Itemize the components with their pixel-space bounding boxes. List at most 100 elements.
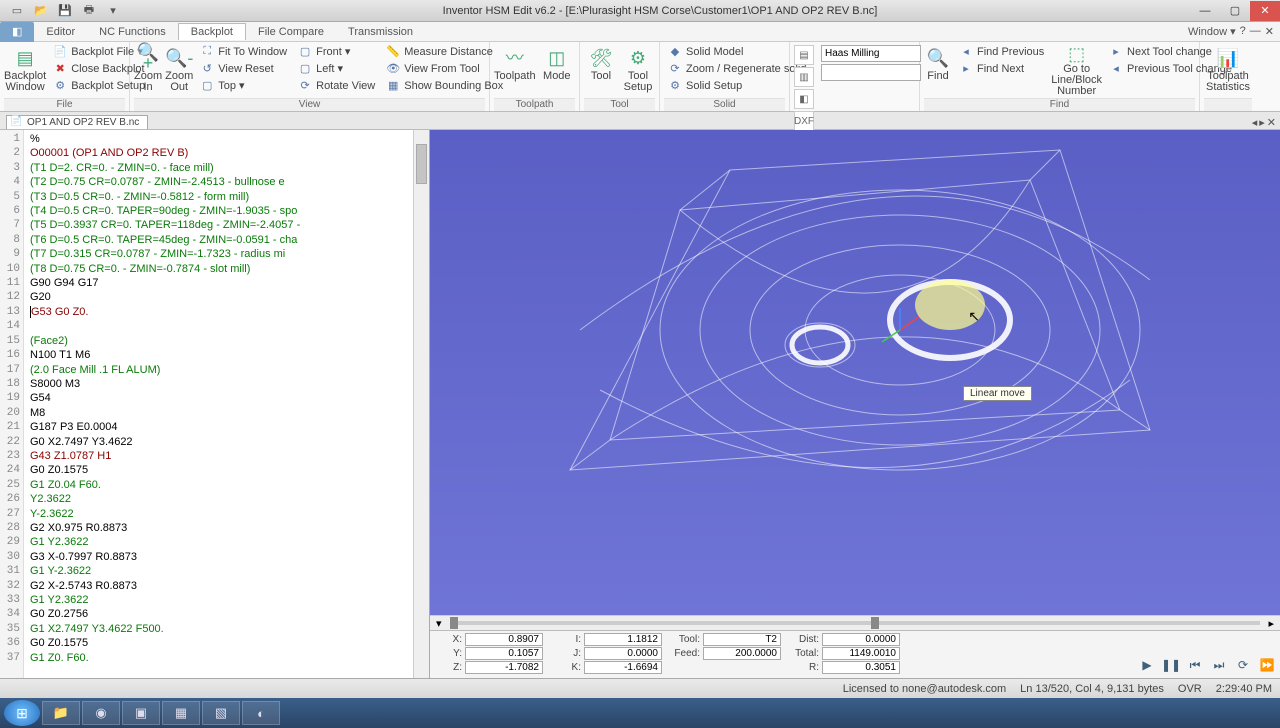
regen-solid-button[interactable]: ⟳Zoom / Regenerate solid (664, 60, 810, 77)
titlebar: ▭ 📂 💾 🖶 ▾ Inventor HSM Edit v6.2 - [E:\P… (0, 0, 1280, 22)
task-app2-icon[interactable]: ▦ (162, 701, 200, 725)
pause-icon[interactable]: ❚❚ (1162, 657, 1180, 673)
task-app1-icon[interactable]: ▣ (122, 701, 160, 725)
other-ic3[interactable]: ◧ (794, 89, 814, 109)
qat-more-icon[interactable]: ▾ (104, 3, 122, 19)
readout-z (465, 661, 543, 674)
task-app3-icon[interactable]: ▧ (202, 701, 240, 725)
readout-r (822, 661, 900, 674)
nc-code-editor[interactable]: 1 2 3 4 5 6 7 8 9 10 11 12 13 14 15 16 1… (0, 130, 430, 678)
group-toolpath: Toolpath (494, 98, 575, 111)
line-gutter: 1 2 3 4 5 6 7 8 9 10 11 12 13 14 15 16 1… (0, 130, 24, 678)
other-ic2[interactable]: ▥ (794, 67, 814, 87)
window-menu[interactable]: Window ▾ (1188, 25, 1236, 38)
step-fwd-icon[interactable]: ⏭ (1210, 657, 1228, 673)
other-ic1[interactable]: ▤ (794, 45, 814, 65)
code-scrollbar[interactable] (413, 130, 429, 678)
tab-prev-icon[interactable]: ◂ (1252, 116, 1258, 129)
measure-button[interactable]: 📏Measure Distance (382, 43, 507, 60)
status-position: Ln 13/520, Col 4, 9,131 bytes (1020, 683, 1164, 695)
status-ovr: OVR (1178, 683, 1202, 695)
file-tab[interactable]: OP1 AND OP2 REV B.nc (6, 115, 148, 129)
maximize-button[interactable]: ▢ (1220, 1, 1250, 21)
machine-select[interactable] (821, 45, 921, 62)
view-reset-button[interactable]: ↺View Reset (196, 60, 291, 77)
document-tabstrip: OP1 AND OP2 REV B.nc ◂ ▸ ✕ (0, 112, 1280, 130)
tab-nc-functions[interactable]: NC Functions (87, 24, 178, 40)
ribbon-close-icon[interactable]: ✕ (1265, 25, 1274, 38)
fit-window-button[interactable]: ⛶Fit To Window (196, 43, 291, 60)
toolpath-stats-button[interactable]: 📊Toolpath Statistics (1204, 43, 1252, 97)
backplot-canvas[interactable]: ↖ Linear move (430, 130, 1280, 615)
canvas-tooltip: Linear move (963, 386, 1032, 401)
task-chrome-icon[interactable]: ◉ (82, 701, 120, 725)
machine-select2[interactable] (821, 64, 921, 81)
start-button[interactable]: ⊞ (4, 700, 40, 726)
solid-setup-button[interactable]: ⚙Solid Setup (664, 77, 810, 94)
bounding-box-button[interactable]: ▦Show Bounding Box (382, 77, 507, 94)
code-text[interactable]: % O00001 (OP1 AND OP2 REV B) (T1 D=2. CR… (24, 130, 413, 678)
zoom-in-button[interactable]: 🔍+Zoom In (134, 43, 162, 97)
window-title: Inventor HSM Edit v6.2 - [E:\Plurasight … (130, 5, 1190, 17)
task-app4-icon[interactable]: ◐ (242, 701, 280, 725)
ribbon-tabs: ◧ Editor NC Functions Backplot File Comp… (0, 22, 1280, 42)
slider-down-icon[interactable]: ▾ (436, 617, 442, 630)
readout-y (465, 647, 543, 660)
mode-button[interactable]: ◫Mode (539, 43, 575, 97)
readout-total (822, 647, 900, 660)
backplot-3d-pane: ↖ Linear move ▾ ▸ X: Y: Z: I: J: K: Tool… (430, 130, 1280, 678)
rotate-view-button[interactable]: ⟳Rotate View (294, 77, 379, 94)
step-back-icon[interactable]: ⏮ (1186, 657, 1204, 673)
find-next-button[interactable]: ▸Find Next (955, 60, 1048, 77)
windows-taskbar: ⊞ 📁 ◉ ▣ ▦ ▧ ◐ (0, 698, 1280, 728)
left-view-button[interactable]: ▢Left ▾ (294, 60, 379, 77)
fast-icon[interactable]: ⏩ (1258, 657, 1276, 673)
goto-line-button[interactable]: ⬚Go to Line/Block Number (1051, 43, 1102, 97)
other-ic4[interactable]: DXF (794, 111, 814, 131)
tab-next-icon[interactable]: ▸ (1259, 116, 1265, 129)
minimize-button[interactable]: — (1190, 1, 1220, 21)
group-view: View (134, 98, 485, 111)
main-area: 1 2 3 4 5 6 7 8 9 10 11 12 13 14 15 16 1… (0, 130, 1280, 678)
zoom-out-button[interactable]: 🔍-Zoom Out (165, 43, 193, 97)
slider-end-icon[interactable]: ▸ (1268, 617, 1274, 630)
group-solid: Solid (664, 98, 785, 111)
top-view-button[interactable]: ▢Top ▾ (196, 77, 291, 94)
status-license: Licensed to none@autodesk.com (843, 683, 1006, 695)
find-button[interactable]: 🔍Find (924, 43, 952, 97)
status-time: 2:29:40 PM (1216, 683, 1272, 695)
solid-model-button[interactable]: ◆Solid Model (664, 43, 810, 60)
qat-save-icon[interactable]: 💾 (56, 3, 74, 19)
toolpath-button[interactable]: 〰Toolpath (494, 43, 536, 97)
playback-slider[interactable] (450, 621, 1261, 625)
tab-file-compare[interactable]: File Compare (246, 24, 336, 40)
cursor-icon: ↖ (968, 308, 980, 325)
group-file: File (4, 98, 125, 111)
task-explorer-icon[interactable]: 📁 (42, 701, 80, 725)
playback-slider-row: ▾ ▸ (430, 615, 1280, 630)
tab-close-icon[interactable]: ✕ (1267, 116, 1276, 129)
readout-dist (822, 633, 900, 646)
qat-print-icon[interactable]: 🖶 (80, 3, 98, 19)
tab-editor[interactable]: Editor (34, 24, 87, 40)
qat-open-icon[interactable]: 📂 (32, 3, 50, 19)
tool-button[interactable]: 🛠Tool (584, 43, 618, 97)
view-from-tool-button[interactable]: 👁View From Tool (382, 60, 507, 77)
close-button[interactable]: ✕ (1250, 1, 1280, 21)
play-icon[interactable]: ▶ (1138, 657, 1156, 673)
wireframe-svg (430, 130, 1280, 600)
tab-transmission[interactable]: Transmission (336, 24, 425, 40)
readout-x (465, 633, 543, 646)
group-find: Find (924, 98, 1195, 111)
backplot-window-button[interactable]: ▤Backplot Window (4, 43, 46, 97)
ribbon-min-icon[interactable]: — (1250, 25, 1261, 38)
front-view-button[interactable]: ▢Front ▾ (294, 43, 379, 60)
help-icon[interactable]: ? (1240, 25, 1246, 38)
find-prev-button[interactable]: ◂Find Previous (955, 43, 1048, 60)
tab-backplot[interactable]: Backplot (178, 23, 246, 40)
app-menu-button[interactable]: ◧ (0, 22, 34, 42)
statusbar: Licensed to none@autodesk.com Ln 13/520,… (0, 678, 1280, 698)
qat-new-icon[interactable]: ▭ (8, 3, 26, 19)
loop-icon[interactable]: ⟳ (1234, 657, 1252, 673)
tool-setup-button[interactable]: ⚙Tool Setup (621, 43, 655, 97)
